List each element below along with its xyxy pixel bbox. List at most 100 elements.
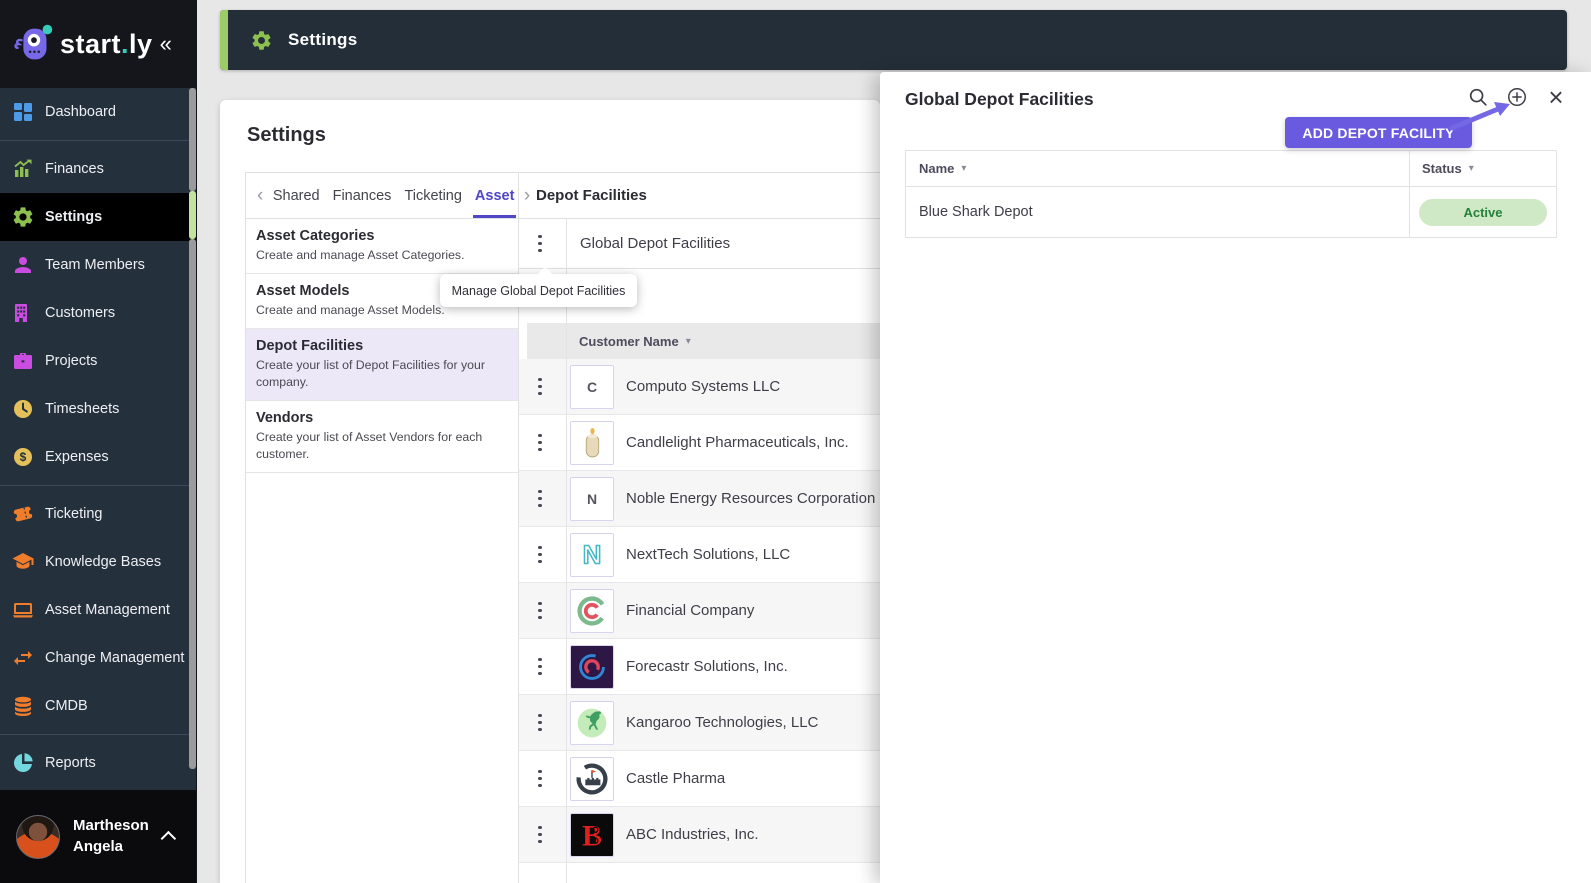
customer-name: Candlelight Pharmaceuticals, Inc. (626, 434, 849, 451)
row-menu-kebab-icon[interactable] (533, 656, 547, 677)
sidebar-item-cmdb[interactable]: CMDB (0, 682, 196, 730)
settings-category-depot-facilities[interactable]: Depot Facilities Create your list of Dep… (246, 329, 518, 401)
depot-row[interactable]: Blue Shark Depot Active (906, 187, 1556, 237)
circuit-b-logo: B (570, 812, 614, 857)
tab-ticketing[interactable]: Ticketing (404, 173, 461, 218)
kebab-column-divider (566, 219, 567, 883)
sidebar-item-reports[interactable]: Reports (0, 739, 196, 787)
customer-row-candlelight-pharmaceuticals-inc[interactable]: Candlelight Pharmaceuticals, Inc. (519, 415, 880, 471)
nexttech-n-logo: N (570, 532, 614, 577)
sidebar-item-change-management[interactable]: Change Management (0, 634, 196, 682)
manage-tooltip: Manage Global Depot Facilities (440, 266, 637, 307)
customer-row-noble-energy-resources-corporation[interactable]: N Noble Energy Resources Corporation (519, 471, 880, 527)
svg-text:$: $ (20, 450, 27, 464)
tab-asset[interactable]: Asset (472, 173, 516, 218)
settings-categories: Asset Categories Create and manage Asset… (246, 219, 518, 473)
customer-row-nexttech-solutions-llc[interactable]: N NextTech Solutions, LLC (519, 527, 880, 583)
customer-name: Castle Pharma (626, 770, 726, 787)
customer-row-computo-systems-llc[interactable]: C Computo Systems LLC (519, 359, 880, 415)
customer-row-abc-industries-inc[interactable]: B ABC Industries, Inc. (519, 807, 880, 863)
tooltip-text: Manage Global Depot Facilities (451, 283, 626, 298)
customer-name: Computo Systems LLC (626, 378, 781, 395)
row-menu-kebab-icon[interactable] (533, 544, 547, 565)
topbar: Settings (220, 10, 1567, 70)
letter-c-logo: C (570, 364, 614, 409)
category-title: Asset Categories (256, 228, 375, 244)
sidebar-item-timesheets[interactable]: Timesheets (0, 385, 196, 433)
swap-arrows-icon (11, 646, 35, 670)
sidebar-item-team-members[interactable]: Team Members (0, 241, 196, 289)
sidebar-active-indicator (189, 191, 196, 239)
collapse-sidebar-icon[interactable]: « (160, 33, 172, 55)
sidebar-scrollbar-thumb[interactable] (189, 88, 196, 191)
graduation-cap-icon (11, 550, 35, 574)
row-menu-kebab-icon[interactable] (533, 600, 547, 621)
gear-icon (11, 205, 35, 229)
customer-row-castle-pharma[interactable]: Castle Pharma (519, 751, 880, 807)
sidebar-item-expenses[interactable]: $ Expenses (0, 433, 196, 481)
sidebar-item-ticketing[interactable]: Ticketing (0, 490, 196, 538)
customer-name: Forecastr Solutions, Inc. (626, 658, 788, 675)
customer-row-financial-company[interactable]: Financial Company (519, 583, 880, 639)
letter-n-logo: N (570, 476, 614, 521)
dollar-icon: $ (11, 445, 35, 469)
sidebar-item-knowledge-bases[interactable]: Knowledge Bases (0, 538, 196, 586)
sidebar-item-dashboard[interactable]: Dashboard (0, 88, 196, 136)
category-title: Vendors (256, 410, 314, 426)
sidebar-item-finances[interactable]: Finances (0, 145, 196, 193)
dashboard-icon (11, 100, 35, 124)
customer-rows: C Computo Systems LLC Candlelight Pharma… (519, 359, 880, 883)
row-menu-kebab-icon[interactable] (533, 233, 547, 254)
global-row-label: Global Depot Facilities (580, 235, 731, 252)
sidebar-scrollbar-thumb[interactable] (189, 239, 196, 769)
sidebar-nav: Dashboard Finances Settings Team Members… (0, 88, 196, 790)
category-description: Create and manage Asset Categories. (256, 248, 465, 262)
customer-table-header[interactable]: Customer Name ▾ (527, 323, 880, 359)
row-menu-kebab-icon[interactable] (533, 712, 547, 733)
sort-caret-icon: ▾ (685, 335, 691, 347)
concentric-c-logo (570, 588, 614, 633)
brand-logo[interactable]: start.ly « (0, 0, 196, 88)
user-menu[interactable]: Martheson Angela (0, 790, 196, 883)
customer-name-column-header[interactable]: Customer Name (579, 334, 679, 349)
panel-title: Global Depot Facilities (905, 89, 1094, 109)
nav-divider (0, 485, 196, 486)
sort-caret-icon: ▾ (1468, 163, 1474, 174)
row-menu-kebab-icon[interactable] (533, 768, 547, 789)
sidebar-item-settings[interactable]: Settings (0, 193, 196, 241)
tab-finances[interactable]: Finances (333, 173, 392, 218)
name-column-header[interactable]: Name ▾ (906, 151, 1409, 186)
status-column-header[interactable]: Status ▾ (1409, 151, 1556, 186)
settings-category-asset-categories[interactable]: Asset Categories Create and manage Asset… (246, 219, 518, 274)
startly-robot-logo-icon (8, 19, 58, 69)
sidebar-item-projects[interactable]: Projects (0, 337, 196, 385)
row-menu-kebab-icon[interactable] (533, 376, 547, 397)
status-badge: Active (1419, 198, 1547, 226)
tab-shared[interactable]: Shared (273, 173, 320, 218)
row-menu-kebab-icon[interactable] (533, 488, 547, 509)
global-depot-facilities-row[interactable]: Global Depot Facilities (519, 219, 880, 269)
settings-category-vendors[interactable]: Vendors Create your list of Asset Vendor… (246, 401, 518, 473)
depot-name: Blue Shark Depot (919, 204, 1033, 220)
brand-dot: . (121, 28, 130, 59)
section-title: Depot Facilities (536, 187, 647, 204)
customer-row-kangaroo-technologies-llc[interactable]: Kangaroo Technologies, LLC (519, 695, 880, 751)
depot-table-header: Name ▾ Status ▾ (906, 151, 1556, 187)
kangaroo-logo (570, 700, 614, 745)
sidebar: start.ly « Dashboard Finances Settings T… (0, 0, 197, 883)
sidebar-item-customers[interactable]: Customers (0, 289, 196, 337)
tabs-prev-chevron-icon[interactable]: ‹ (254, 186, 266, 205)
close-icon[interactable]: × (1545, 84, 1567, 110)
app-screen: start.ly « Dashboard Finances Settings T… (0, 0, 1591, 883)
candle-logo (570, 420, 614, 465)
brand-wordmark: start.ly (60, 28, 153, 59)
sort-caret-icon: ▾ (961, 163, 967, 174)
gear-icon (250, 29, 273, 52)
laptop-icon (11, 598, 35, 622)
category-title: Depot Facilities (256, 338, 364, 354)
row-menu-kebab-icon[interactable] (533, 824, 547, 845)
row-menu-kebab-icon[interactable] (533, 432, 547, 453)
customer-row-forecastr-solutions-inc[interactable]: Forecastr Solutions, Inc. (519, 639, 880, 695)
customer-name: Financial Company (626, 602, 755, 619)
sidebar-item-asset-management[interactable]: Asset Management (0, 586, 196, 634)
